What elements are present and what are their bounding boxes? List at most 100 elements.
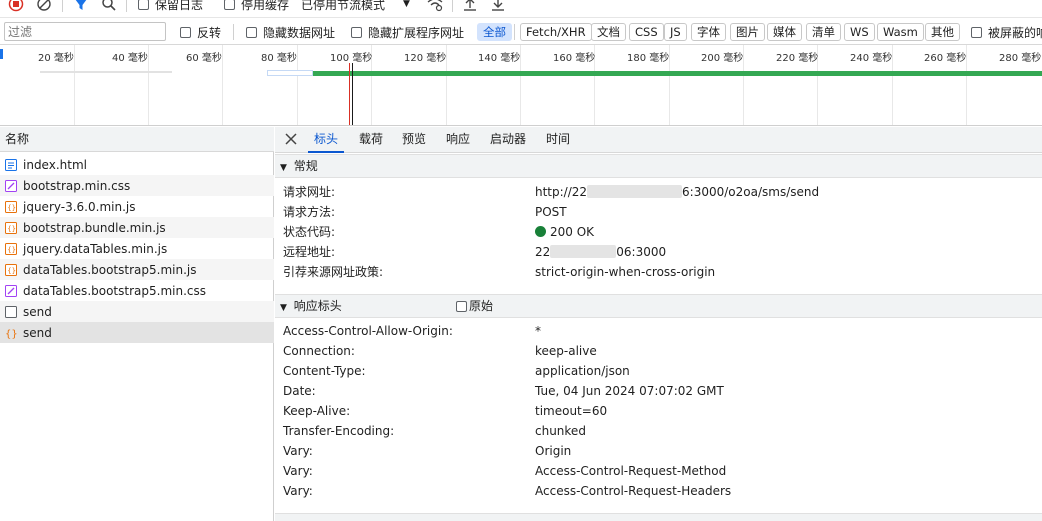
header-value[interactable]: Access-Control-Request-Headers	[535, 481, 731, 501]
filter-input[interactable]	[4, 22, 166, 41]
filter-funnel-icon	[75, 0, 87, 10]
general-section-title: 常规	[293, 159, 318, 173]
header-key: Date:	[283, 384, 316, 398]
import-har-button[interactable]	[462, 0, 478, 14]
request-row[interactable]: {} dataTables.bootstrap5.min.js	[0, 259, 274, 280]
script-icon: {}	[5, 263, 17, 276]
redacted-block	[550, 245, 617, 258]
upload-icon	[464, 0, 476, 11]
search-icon	[102, 0, 116, 11]
invert-checkbox[interactable]: 反转	[180, 23, 221, 41]
header-key: Transfer-Encoding:	[283, 424, 395, 438]
type-filter-js[interactable]: JS	[664, 23, 687, 41]
request-row-selected[interactable]: {} send	[0, 322, 274, 343]
filter-bar: 反转 隐藏数据网址 隐藏扩展程序网址 全部 Fetch/XHR 文档 CSS J…	[0, 18, 1042, 45]
script-icon: {}	[5, 200, 17, 213]
type-filter-all[interactable]: 全部	[477, 23, 512, 41]
hide-extension-urls-checkbox[interactable]: 隐藏扩展程序网址	[351, 23, 464, 41]
type-filter-ws[interactable]: WS	[844, 23, 875, 41]
request-details: 标头 载荷 预览 响应 启动器 时间 ▼ 常规 请求网址: http://22 6…	[275, 127, 1042, 521]
timeline-overview[interactable]: 20 毫秒 40 毫秒 60 毫秒 80 毫秒 100 毫秒 120 毫秒 14…	[0, 45, 1042, 126]
record-button[interactable]	[8, 0, 24, 14]
request-row[interactable]: send	[0, 301, 274, 322]
type-filter-font[interactable]: 字体	[691, 23, 726, 41]
hide-extension-urls-label: 隐藏扩展程序网址	[368, 25, 465, 40]
header-value[interactable]: timeout=60	[535, 401, 607, 421]
tab-response[interactable]: 响应	[440, 127, 476, 153]
checkbox-box	[456, 300, 467, 312]
blocked-responses-checkbox[interactable]: 被屏蔽的响应	[971, 23, 1042, 41]
header-key: 请求方法:	[283, 205, 336, 219]
type-filter-manifest[interactable]: 清单	[806, 23, 841, 41]
type-filter-other[interactable]: 其他	[925, 23, 960, 41]
checkbox-box	[138, 0, 149, 10]
wifi-settings-icon	[427, 0, 443, 12]
timeline-tick: 160 毫秒	[553, 53, 596, 64]
tab-headers[interactable]: 标头	[308, 127, 345, 153]
document-icon	[5, 158, 17, 171]
header-value[interactable]: Tue, 04 Jun 2024 07:07:02 GMT	[535, 381, 724, 401]
header-value[interactable]: 22 06:3000	[535, 242, 666, 262]
throttle-select[interactable]: 已停用节流模式 ▼	[301, 0, 410, 14]
raw-label: 原始	[469, 299, 494, 313]
general-section-header[interactable]: ▼ 常规	[275, 154, 1042, 178]
type-filter-img[interactable]: 图片	[730, 23, 765, 41]
tab-initiator[interactable]: 启动器	[484, 127, 532, 153]
hide-data-urls-checkbox[interactable]: 隐藏数据网址	[246, 23, 335, 41]
timeline-tick: 220 毫秒	[776, 53, 819, 64]
header-value[interactable]: application/json	[535, 361, 630, 381]
header-value[interactable]: http://22 6:3000/o2oa/sms/send	[535, 182, 819, 202]
header-value[interactable]: chunked	[535, 421, 586, 441]
header-value[interactable]: Origin	[535, 441, 571, 461]
details-tabs: 标头 载荷 预览 响应 启动器 时间	[275, 127, 1042, 153]
header-key: 请求网址:	[283, 185, 336, 199]
name-column-header[interactable]: 名称	[0, 127, 274, 152]
search-button[interactable]	[101, 0, 117, 14]
tab-payload[interactable]: 载荷	[353, 127, 389, 153]
header-value[interactable]: keep-alive	[535, 341, 597, 361]
timeline-tick: 180 毫秒	[627, 53, 670, 64]
export-har-button[interactable]	[490, 0, 506, 14]
clear-button[interactable]	[36, 0, 52, 14]
preserve-log-checkbox[interactable]: 保留日志	[138, 0, 203, 14]
request-row[interactable]: {} jquery-3.6.0.min.js	[0, 196, 274, 217]
checkbox-box	[971, 26, 982, 38]
header-value[interactable]: strict-origin-when-cross-origin	[535, 262, 715, 282]
record-stop-icon	[8, 0, 24, 12]
request-row[interactable]: {} jquery.dataTables.min.js	[0, 238, 274, 259]
request-row[interactable]: index.html	[0, 154, 274, 175]
type-filter-css[interactable]: CSS	[629, 23, 664, 41]
close-icon[interactable]	[285, 133, 297, 148]
header-value[interactable]: *	[535, 321, 541, 341]
header-value[interactable]: 200 OK	[535, 222, 594, 242]
header-key: Content-Type:	[283, 364, 366, 378]
redacted-block	[587, 185, 683, 198]
checkbox-box	[180, 26, 191, 38]
type-filter-fetch-xhr[interactable]: Fetch/XHR	[520, 23, 592, 41]
filter-toggle-button[interactable]	[74, 0, 88, 14]
tab-preview[interactable]: 预览	[396, 127, 432, 153]
status-dot-icon	[535, 226, 546, 237]
header-value[interactable]: POST	[535, 202, 567, 222]
script-icon: {}	[5, 242, 17, 255]
request-headers-section-header[interactable]	[275, 513, 1042, 521]
request-name: jquery.dataTables.min.js	[23, 241, 168, 256]
request-row[interactable]: dataTables.bootstrap5.min.css	[0, 280, 274, 301]
response-headers-section-header[interactable]: ▼ 响应标头 原始	[275, 294, 1042, 318]
checkbox-box	[351, 26, 362, 38]
request-row[interactable]: {} bootstrap.bundle.min.js	[0, 217, 274, 238]
raw-headers-checkbox[interactable]: 原始	[456, 295, 493, 317]
request-name: index.html	[23, 157, 87, 172]
request-name: jquery-3.6.0.min.js	[23, 199, 136, 214]
request-row[interactable]: bootstrap.min.css	[0, 175, 274, 196]
tab-timing[interactable]: 时间	[540, 127, 576, 153]
header-value[interactable]: Access-Control-Request-Method	[535, 461, 726, 481]
type-filter-doc[interactable]: 文档	[591, 23, 626, 41]
timeline-tick: 100 毫秒	[330, 53, 373, 64]
type-filter-wasm[interactable]: Wasm	[877, 23, 924, 41]
timeline-bar-early	[40, 71, 172, 73]
checkbox-box	[246, 26, 257, 38]
type-filter-media[interactable]: 媒体	[767, 23, 802, 41]
disable-cache-checkbox[interactable]: 停用缓存	[224, 0, 289, 14]
network-conditions-button[interactable]	[426, 0, 444, 14]
